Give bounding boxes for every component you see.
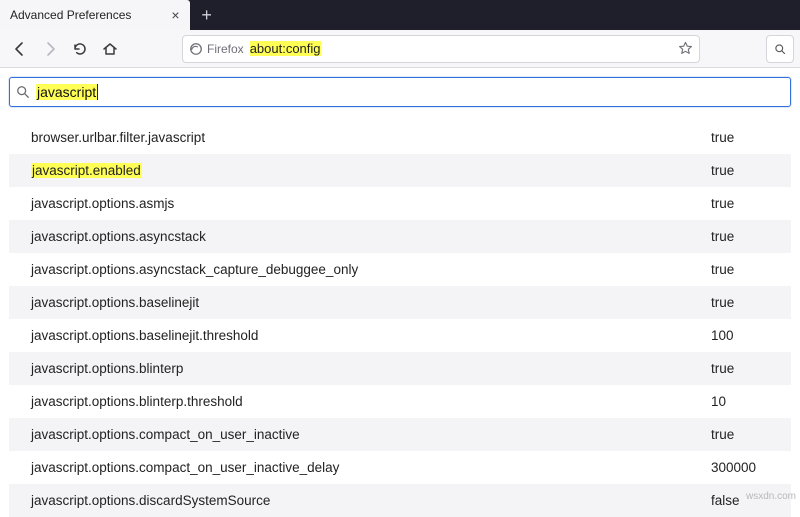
home-icon [102, 41, 118, 57]
pref-name: javascript.options.baselinejit.threshold [31, 328, 711, 343]
pref-row[interactable]: javascript.options.asyncstack_capture_de… [9, 253, 791, 286]
pref-value: true [711, 229, 791, 244]
url-bar[interactable]: Firefox about:config [182, 35, 700, 63]
new-tab-button[interactable]: + [190, 0, 224, 30]
pref-row[interactable]: browser.urlbar.filter.javascripttrue [9, 121, 791, 154]
search-query-text: javascript [36, 84, 98, 100]
pref-value: true [711, 427, 791, 442]
pref-name: javascript.options.baselinejit [31, 295, 711, 310]
pref-row[interactable]: javascript.options.baselinejittrue [9, 286, 791, 319]
pref-value: 10 [711, 394, 791, 409]
reload-icon [72, 41, 88, 57]
firefox-icon [189, 42, 203, 56]
reload-button[interactable] [66, 35, 94, 63]
search-icon [16, 85, 30, 99]
identity-box[interactable]: Firefox [189, 42, 244, 56]
pref-row[interactable]: javascript.options.blinterp.threshold10 [9, 385, 791, 418]
pref-row[interactable]: javascript.options.asyncstacktrue [9, 220, 791, 253]
pref-name: javascript.options.compact_on_user_inact… [31, 460, 711, 475]
pref-name: javascript.options.blinterp [31, 361, 711, 376]
toolbar-right-button[interactable] [766, 35, 794, 63]
pref-value: true [711, 163, 791, 178]
pref-value: true [711, 295, 791, 310]
pref-value: true [711, 361, 791, 376]
pref-name: javascript.enabled [31, 163, 711, 178]
identity-label: Firefox [207, 42, 244, 56]
pref-row[interactable]: javascript.enabledtrue [9, 154, 791, 187]
pref-value: 100 [711, 328, 791, 343]
pref-name: javascript.options.discardSystemSource [31, 493, 711, 508]
content-area: javascript browser.urlbar.filter.javascr… [0, 68, 800, 504]
pref-name: browser.urlbar.filter.javascript [31, 130, 711, 145]
pref-name: javascript.options.asyncstack_capture_de… [31, 262, 711, 277]
pref-name: javascript.options.compact_on_user_inact… [31, 427, 711, 442]
pref-value: true [711, 262, 791, 277]
home-button[interactable] [96, 35, 124, 63]
pref-value: 300000 [711, 460, 791, 475]
pref-row[interactable]: javascript.options.baselinejit.threshold… [9, 319, 791, 352]
nav-toolbar: Firefox about:config [0, 30, 800, 68]
search-icon [774, 43, 786, 55]
pref-row[interactable]: javascript.options.discardSystemSourcefa… [9, 484, 791, 517]
tab-strip: Advanced Preferences × + [0, 0, 800, 30]
tab-title: Advanced Preferences [10, 8, 131, 22]
pref-row[interactable]: javascript.options.blinterptrue [9, 352, 791, 385]
pref-value: true [711, 196, 791, 211]
pref-list: browser.urlbar.filter.javascripttruejava… [9, 121, 791, 517]
bookmark-star-icon[interactable] [678, 41, 693, 56]
pref-search-input[interactable]: javascript [9, 77, 791, 107]
pref-row[interactable]: javascript.options.compact_on_user_inact… [9, 451, 791, 484]
pref-name: javascript.options.asyncstack [31, 229, 711, 244]
url-text: about:config [250, 41, 321, 56]
arrow-right-icon [42, 41, 58, 57]
watermark: wsxdn.com [746, 491, 796, 502]
pref-name: javascript.options.asmjs [31, 196, 711, 211]
browser-tab[interactable]: Advanced Preferences × [0, 0, 190, 30]
back-button[interactable] [6, 35, 34, 63]
pref-row[interactable]: javascript.options.compact_on_user_inact… [9, 418, 791, 451]
pref-row[interactable]: javascript.options.asmjstrue [9, 187, 791, 220]
forward-button [36, 35, 64, 63]
arrow-left-icon [12, 41, 28, 57]
close-icon[interactable]: × [171, 7, 179, 23]
pref-name: javascript.options.blinterp.threshold [31, 394, 711, 409]
pref-value: true [711, 130, 791, 145]
